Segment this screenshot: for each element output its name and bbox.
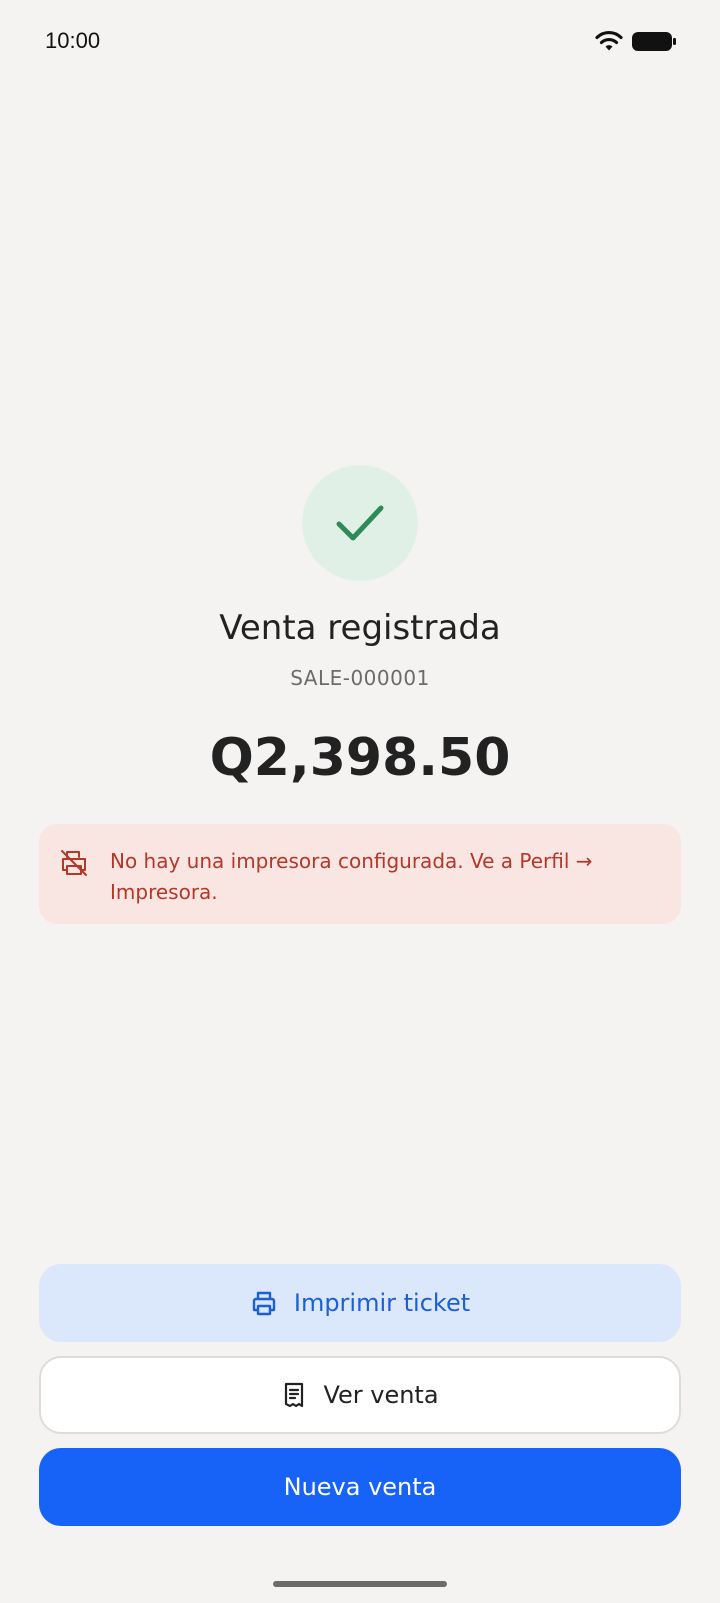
success-badge <box>302 465 418 581</box>
printer-icon <box>252 1291 276 1316</box>
alert-message: No hay una impresora configurada. Ve a P… <box>110 849 593 904</box>
sale-id: SALE-000001 <box>290 666 430 690</box>
new-sale-button[interactable]: Nueva venta <box>39 1448 681 1526</box>
page-title: Venta registrada <box>219 608 501 648</box>
view-sale-label: Ver venta <box>323 1381 439 1409</box>
printer-alert: No hay una impresora configurada. Ve a P… <box>39 824 681 924</box>
new-sale-label: Nueva venta <box>283 1473 437 1501</box>
receipt-icon <box>285 1382 304 1408</box>
status-bar: 10:00 <box>0 0 720 84</box>
printer-off-icon <box>61 850 87 876</box>
wifi-icon <box>595 30 623 51</box>
print-ticket-label: Imprimir ticket <box>293 1289 471 1317</box>
check-icon <box>336 505 384 541</box>
battery-icon <box>632 32 676 51</box>
print-ticket-button[interactable]: Imprimir ticket <box>39 1264 681 1342</box>
home-indicator[interactable] <box>273 1581 447 1587</box>
status-time: 10:00 <box>45 28 101 53</box>
view-sale-button[interactable]: Ver venta <box>39 1356 681 1434</box>
sale-amount: Q2,398.50 <box>209 728 511 788</box>
